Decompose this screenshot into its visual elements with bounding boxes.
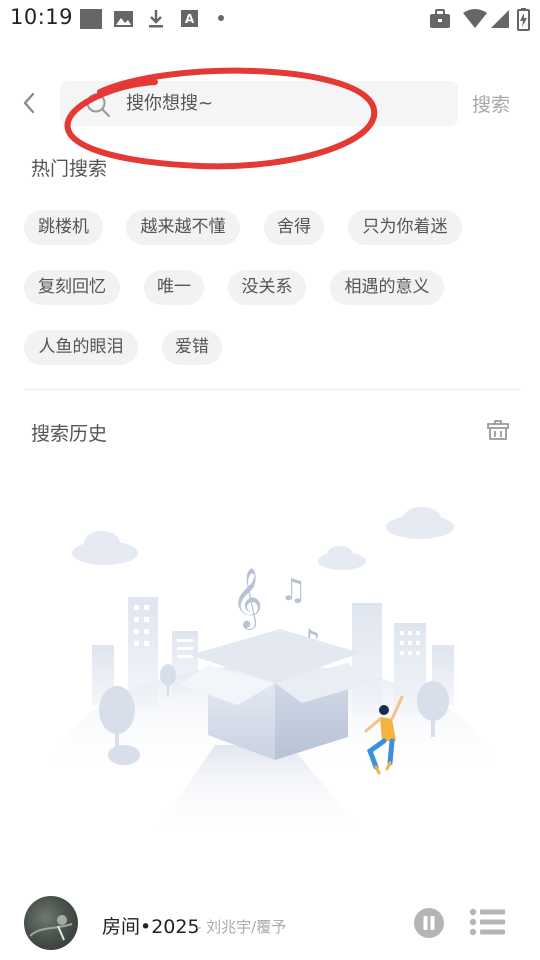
treble-clef-icon: 𝄞 [232,568,263,630]
wifi-icon [463,9,487,28]
hot-tag[interactable]: 唯一 [144,270,204,305]
image-icon [114,11,133,27]
hot-tag[interactable]: 人鱼的眼泪 [24,330,138,365]
search-box[interactable] [60,81,458,126]
album-art[interactable] [24,896,78,950]
album-cover-image [29,915,73,941]
music-note-icon: ♫ [280,573,307,608]
trash-basket-icon[interactable] [486,419,510,441]
svg-text:A: A [185,12,195,26]
search-icon [86,93,111,118]
hot-tag[interactable]: 只为你着迷 [348,210,462,245]
search-history-title: 搜索历史 [31,423,108,445]
hot-tag[interactable]: 爱错 [162,330,222,365]
empty-history-illustration: 𝄞 ♫ ♪ [45,507,498,840]
download-icon [149,10,163,28]
status-bar: 10:19 A [0,0,540,36]
pause-icon[interactable] [413,907,445,939]
song-artist: - 刘兆宇/覆予 [196,918,287,936]
mini-player[interactable]: 房间•2025 - 刘兆宇/覆予 [0,885,540,960]
signal-icon [491,10,509,28]
hot-tag[interactable]: 没关系 [228,270,306,305]
hot-tag[interactable]: 舍得 [264,210,324,245]
search-input[interactable] [126,81,446,126]
search-submit-button[interactable]: 搜索 [472,90,510,117]
battery-charging-icon [517,8,530,31]
song-title: 房间•2025 [102,916,200,938]
hot-tag[interactable]: 复刻回忆 [24,270,120,305]
notification-square-icon [80,9,102,29]
back-button[interactable] [14,88,44,118]
status-time: 10:19 [10,5,74,29]
dot-icon [218,15,224,21]
hot-tag[interactable]: 相遇的意义 [330,270,444,305]
cloud-icon [72,507,454,570]
font-a-icon: A [181,10,198,27]
playlist-icon[interactable] [469,908,505,938]
divider [24,389,521,390]
hot-tag[interactable]: 越来越不懂 [126,210,240,245]
briefcase-icon [430,9,450,28]
hot-search-title: 热门搜索 [31,158,108,180]
hot-tag[interactable]: 跳楼机 [24,210,103,245]
chevron-left-icon [23,92,35,114]
